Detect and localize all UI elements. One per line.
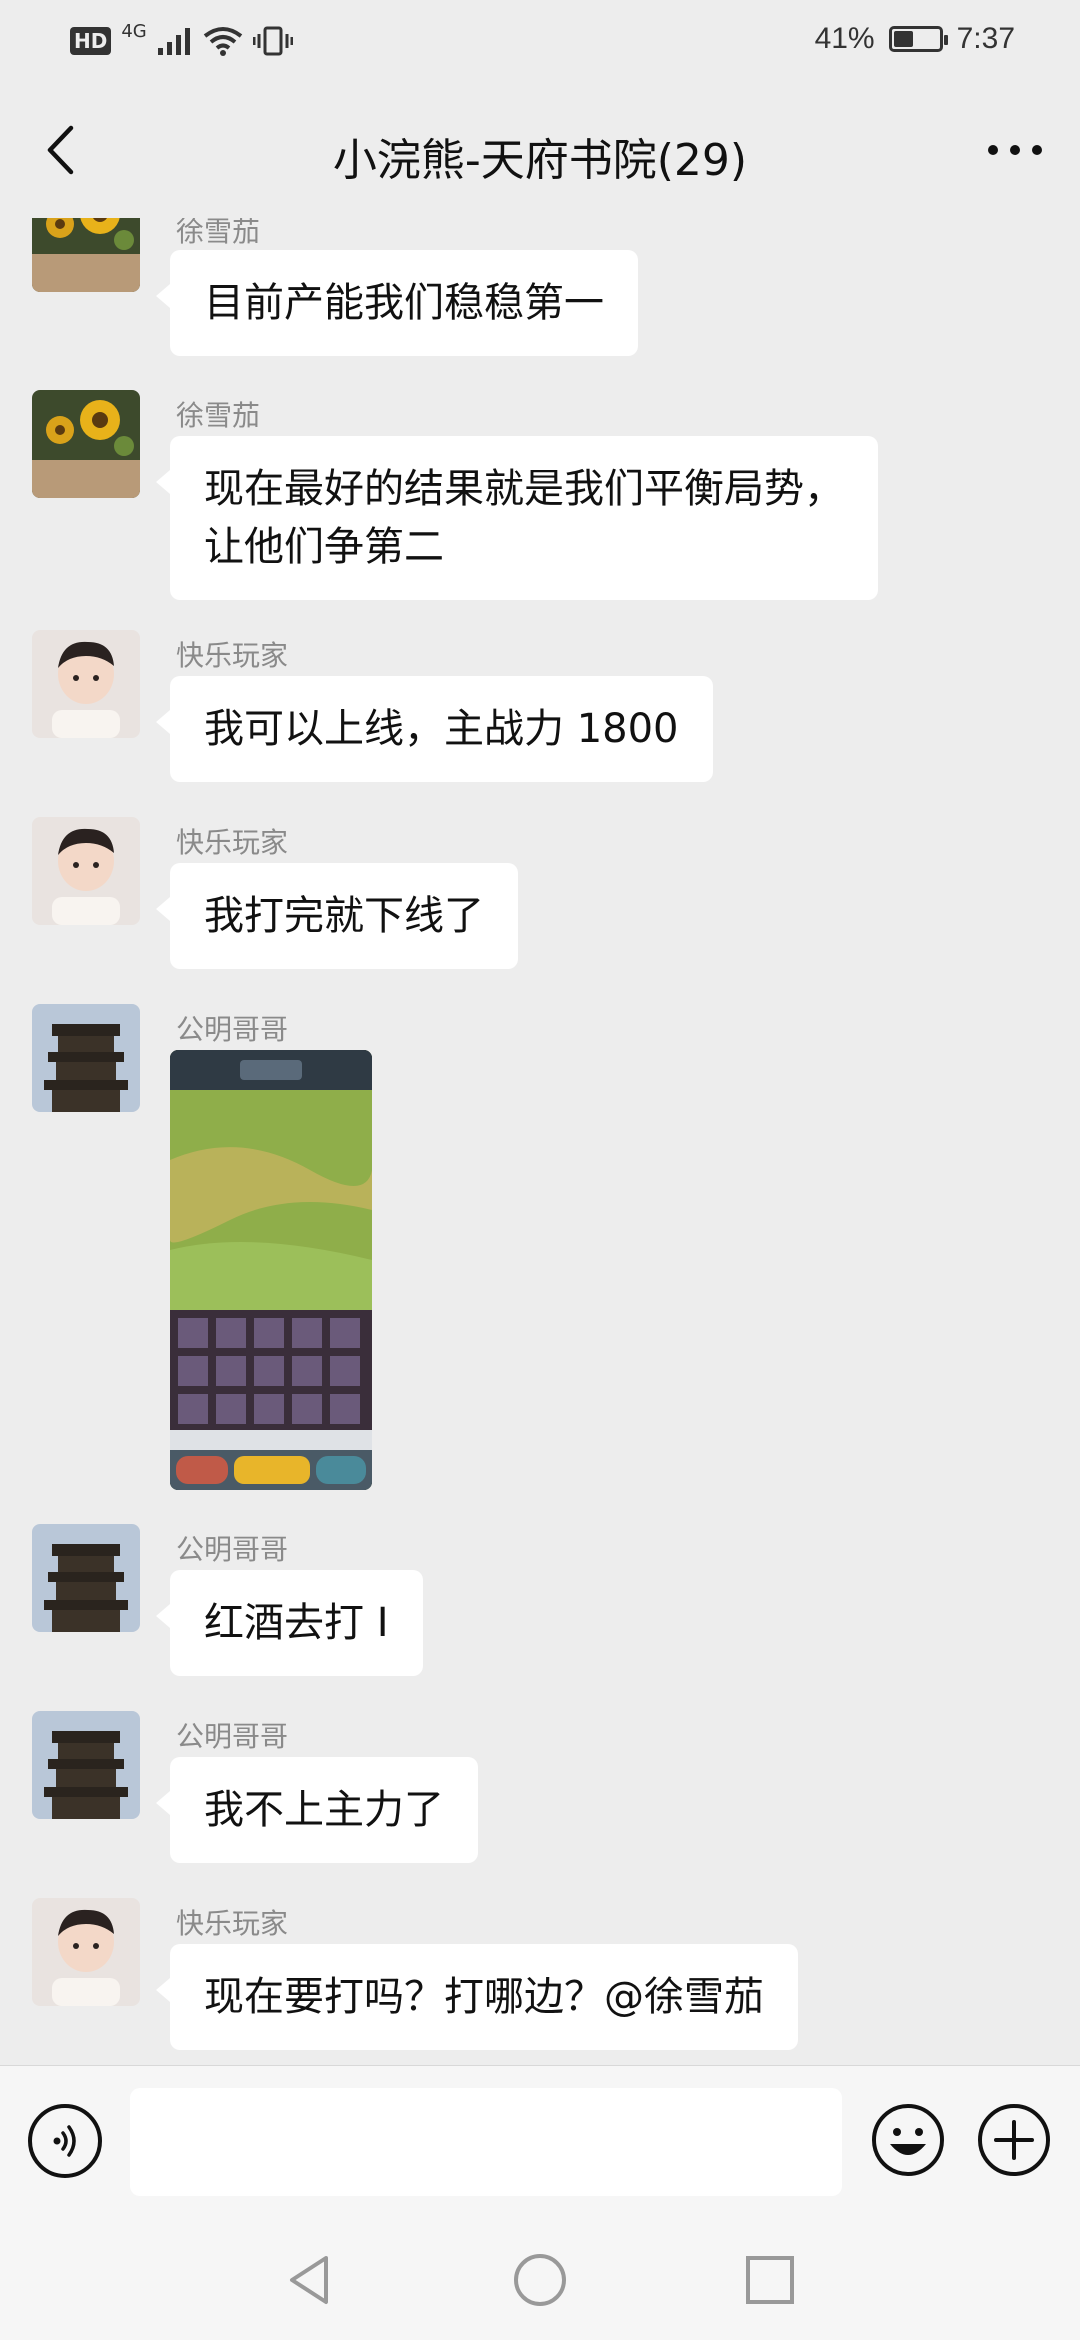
- chat-messages[interactable]: 徐雪茄 目前产能我们稳稳第一 徐雪茄 现在最好的结果就是我们平衡局势，让他们争第…: [0, 218, 1080, 2065]
- signal-icon: [157, 28, 190, 55]
- avatar-tower[interactable]: [32, 1004, 140, 1112]
- sender-name: 快乐玩家: [176, 1907, 289, 1940]
- hd-badge: HD: [70, 27, 112, 55]
- chat-header: 小浣熊-天府书院(29): [0, 90, 1080, 218]
- message-bubble[interactable]: 红酒去打 I: [156, 1570, 423, 1676]
- avatar-sunflower[interactable]: [32, 218, 140, 292]
- avatar-tower[interactable]: [32, 1524, 140, 1632]
- battery-percent: 41%: [814, 22, 875, 55]
- message-bubble[interactable]: 我不上主力了: [156, 1757, 478, 1863]
- more-dots-icon: [988, 145, 1042, 155]
- avatar-baby[interactable]: [32, 817, 140, 925]
- status-bar: HD 4G 41% 7:37: [0, 0, 1080, 90]
- sender-name: 徐雪茄: [176, 218, 261, 248]
- message-bubble[interactable]: 我打完就下线了: [156, 863, 518, 969]
- status-right: 41% 7:37: [815, 22, 1015, 56]
- back-button[interactable]: [30, 120, 90, 180]
- message-input[interactable]: [130, 2088, 842, 2196]
- message-bubble[interactable]: 现在最好的结果就是我们平衡局势，让他们争第二: [156, 436, 878, 600]
- back-chevron-icon: [47, 125, 74, 175]
- game-screenshot-image: [170, 1050, 372, 1490]
- sender-name: 快乐玩家: [176, 639, 289, 672]
- sender-name: 公明哥哥: [176, 1720, 289, 1753]
- more-button[interactable]: [980, 120, 1050, 180]
- message-bubble[interactable]: 我可以上线，主战力 1800: [156, 676, 713, 782]
- voice-icon: [53, 2125, 76, 2157]
- voice-button[interactable]: [28, 2104, 102, 2178]
- network-type: 4G: [121, 20, 147, 42]
- chat-title: 小浣熊-天府书院(29): [332, 135, 748, 186]
- message-bubble[interactable]: 目前产能我们稳稳第一: [156, 250, 638, 356]
- nav-back-icon[interactable]: [278, 2248, 342, 2312]
- sender-name: 公明哥哥: [176, 1533, 289, 1566]
- avatar-tower[interactable]: [32, 1711, 140, 1819]
- wifi-icon: [203, 27, 242, 56]
- message-bubble[interactable]: 现在要打吗？打哪边？@徐雪茄: [156, 1944, 798, 2050]
- sender-name: 徐雪茄: [176, 399, 261, 432]
- avatar-sunflower[interactable]: [32, 390, 140, 498]
- vibrate-icon: [252, 26, 293, 56]
- battery-icon: [888, 26, 948, 52]
- nav-home-icon[interactable]: [508, 2248, 572, 2312]
- clock: 7:37: [956, 22, 1015, 55]
- status-left: HD 4G: [70, 21, 293, 56]
- avatar-baby[interactable]: [32, 630, 140, 738]
- image-message[interactable]: [170, 1050, 372, 1490]
- battery-fill: [893, 31, 914, 47]
- plus-icon[interactable]: [976, 2102, 1052, 2178]
- nav-recents-icon[interactable]: [738, 2248, 802, 2312]
- sender-name: 快乐玩家: [176, 826, 289, 859]
- system-nav-bar: [0, 2220, 1080, 2340]
- emoji-icon[interactable]: [870, 2102, 946, 2178]
- sender-name: 公明哥哥: [176, 1013, 289, 1046]
- avatar-baby[interactable]: [32, 1898, 140, 2006]
- input-bar: [0, 2065, 1080, 2220]
